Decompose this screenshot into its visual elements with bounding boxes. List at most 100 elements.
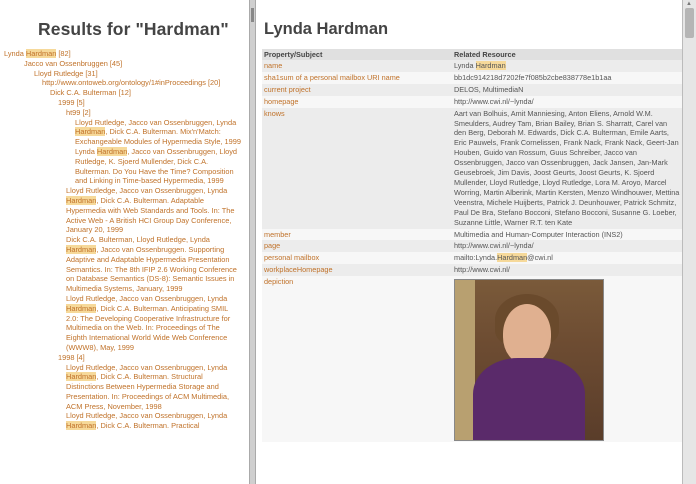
tree-node-text: Lloyd Rutledge, Jacco van Ossenbruggen, …	[75, 117, 237, 127]
value-text: http://www.cwi.nl/~lynda/	[454, 96, 534, 106]
background-shelf	[455, 280, 475, 441]
pane-splitter[interactable]	[249, 0, 256, 484]
table-row: page http://www.cwi.nl/~lynda/	[262, 240, 682, 253]
detail-pane: Lynda Hardman Property/Subject Related R…	[256, 0, 682, 484]
column-header-property: Property/Subject	[262, 49, 452, 60]
search-highlight: Hardman	[497, 253, 528, 263]
table-row: homepage http://www.cwi.nl/~lynda/	[262, 95, 682, 108]
property-name[interactable]: depiction	[262, 276, 452, 443]
property-name[interactable]: member	[262, 228, 452, 241]
property-value[interactable]: Aart van Bolhuis, Amit Manniesing, Anton…	[452, 107, 682, 229]
property-value[interactable]: DELOS, MultimediaN	[452, 83, 682, 96]
tree-node-text: Jacco van Ossenbruggen [45]	[24, 58, 123, 68]
table-row: personal mailbox mailto:Lynda.Hardman@cwi…	[262, 252, 682, 265]
property-table: Property/Subject Related Resource name Ly…	[262, 49, 682, 443]
tree-node-text: Lloyd Rutledge, Jacco van Ossenbruggen, …	[66, 362, 228, 372]
tree-node-text: 1999 [5]	[58, 97, 85, 107]
table-row: knows Aart van Bolhuis, Amit Manniesing, …	[262, 107, 682, 229]
tree-node-text: [82]	[56, 49, 71, 58]
vertical-scrollbar[interactable]: ▲	[682, 0, 696, 484]
tree-node[interactable]: Lynda Hardman [82]	[4, 49, 249, 59]
tree-node[interactable]: Lloyd Rutledge [31]	[34, 69, 249, 79]
property-value[interactable]: http://www.cwi.nl/~lynda/	[452, 240, 682, 253]
tree-node[interactable]: Dick C.A. Bulterman, Lloyd Rutledge, Lyn…	[66, 235, 238, 294]
splitter-grip[interactable]	[251, 8, 254, 22]
tree-node-text: Lloyd Rutledge [31]	[34, 68, 98, 78]
property-value[interactable]: Lynda Hardman	[452, 60, 682, 72]
value-text: Multimedia and Human-Computer Interactio…	[454, 229, 623, 239]
property-name[interactable]: personal mailbox	[262, 252, 452, 265]
property-name[interactable]: current project	[262, 83, 452, 96]
property-value[interactable]: Multimedia and Human-Computer Interactio…	[452, 228, 682, 241]
value-text: mailto:Lynda.	[454, 253, 498, 263]
search-highlight: Hardman	[66, 195, 97, 205]
results-tree: Lynda Hardman [82] Jacco van Ossenbruggen…	[0, 49, 249, 431]
property-value[interactable]	[452, 276, 682, 443]
tree-node[interactable]: Lloyd Rutledge, Jacco van Ossenbruggen, …	[66, 363, 238, 412]
depiction-photo[interactable]	[454, 279, 604, 442]
tree-node[interactable]: Lloyd Rutledge, Jacco van Ossenbruggen, …	[66, 411, 238, 431]
search-highlight: Hardman	[475, 61, 506, 70]
results-title: Results for "Hardman"	[38, 19, 229, 39]
property-value[interactable]: http://www.cwi.nl/~lynda/	[452, 95, 682, 108]
tree-node-text: , Dick C.A. Bulterman. Practical	[96, 421, 200, 431]
search-highlight: Hardman	[66, 421, 97, 431]
search-highlight: Hardman	[66, 244, 97, 254]
tree-node-text: 1998 [4]	[58, 352, 85, 362]
value-text: http://www.cwi.nl/	[454, 265, 510, 275]
tree-node-text: Dick C.A. Bulterman, Lloyd Rutledge, Lyn…	[66, 235, 210, 245]
search-highlight: Hardman	[66, 303, 97, 313]
property-name[interactable]: workplaceHomepage	[262, 264, 452, 277]
results-pane: Results for "Hardman" Lynda Hardman [82]…	[0, 0, 249, 484]
table-row: depiction	[262, 276, 682, 443]
search-highlight: Hardman	[96, 146, 128, 156]
value-text: bb1dc914218d7202fe7f085b2cbe838778e1b1aa	[454, 72, 612, 82]
tree-node[interactable]: ht99 [2]	[66, 108, 238, 118]
property-name[interactable]: sha1sum of a personal mailbox URI name	[262, 71, 452, 84]
table-row: workplaceHomepage http://www.cwi.nl/	[262, 264, 682, 277]
table-row: name Lynda Hardman	[262, 60, 682, 72]
tree-node[interactable]: http://www.ontoweb.org/ontology/1#inProc…	[42, 78, 249, 88]
table-row: current project DELOS, MultimediaN	[262, 83, 682, 96]
tree-node[interactable]: Jacco van Ossenbruggen [45]	[24, 59, 249, 69]
tree-node[interactable]: 1999 [5]	[58, 98, 249, 108]
tree-node[interactable]: 1998 [4]	[58, 353, 249, 363]
property-name[interactable]: page	[262, 240, 452, 253]
tree-node-text: Lynda	[75, 146, 97, 156]
tree-node[interactable]: Dick C.A. Bulterman [12]	[50, 88, 249, 98]
tree-node-text: Lloyd Rutledge, Jacco van Ossenbruggen, …	[66, 411, 228, 421]
tree-node[interactable]: Lloyd Rutledge, Jacco van Ossenbruggen, …	[75, 118, 243, 147]
tree-node-text: http://www.ontoweb.org/ontology/1#inProc…	[42, 78, 221, 88]
sweater	[473, 358, 585, 441]
tree-node[interactable]: Lynda Hardman, Jacco van Ossenbruggen, L…	[75, 146, 243, 186]
face	[503, 304, 551, 365]
search-highlight: Hardman	[66, 372, 97, 382]
value-text: DELOS, MultimediaN	[454, 84, 524, 94]
detail-title: Lynda Hardman	[264, 20, 389, 38]
tree-node-text: ht99 [2]	[66, 107, 91, 117]
search-highlight: Hardman	[25, 49, 57, 58]
table-row: member Multimedia and Human-Computer Inte…	[262, 228, 682, 241]
tree-node[interactable]: Lloyd Rutledge, Jacco van Ossenbruggen, …	[66, 294, 238, 353]
tree-node-text: Lynda	[4, 49, 26, 58]
value-text: http://www.cwi.nl/~lynda/	[454, 241, 534, 251]
table-header-row: Property/Subject Related Resource	[262, 49, 682, 60]
property-value[interactable]: bb1dc914218d7202fe7f085b2cbe838778e1b1aa	[452, 71, 682, 84]
search-highlight: Hardman	[75, 127, 106, 137]
table-row: sha1sum of a personal mailbox URI name bb…	[262, 71, 682, 84]
tree-node-text: Lloyd Rutledge, Jacco van Ossenbruggen, …	[66, 186, 228, 196]
tree-node[interactable]: Lloyd Rutledge, Jacco van Ossenbruggen, …	[66, 186, 238, 235]
scrollbar-thumb[interactable]	[685, 8, 694, 38]
column-header-resource: Related Resource	[452, 49, 682, 60]
property-name[interactable]: homepage	[262, 95, 452, 108]
value-text: Lynda	[454, 61, 476, 70]
property-name[interactable]: knows	[262, 107, 452, 229]
scroll-up-arrow-icon[interactable]: ▲	[686, 1, 692, 7]
value-text: Aart van Bolhuis, Amit Manniesing, Anton…	[454, 108, 680, 227]
property-value[interactable]: mailto:Lynda.Hardman@cwi.nl	[452, 252, 682, 265]
property-value[interactable]: http://www.cwi.nl/	[452, 264, 682, 277]
property-name[interactable]: name	[262, 60, 452, 72]
tree-node-text: Lloyd Rutledge, Jacco van Ossenbruggen, …	[66, 293, 228, 303]
tree-node-text: Dick C.A. Bulterman [12]	[50, 88, 131, 98]
value-text: @cwi.nl	[527, 253, 553, 263]
